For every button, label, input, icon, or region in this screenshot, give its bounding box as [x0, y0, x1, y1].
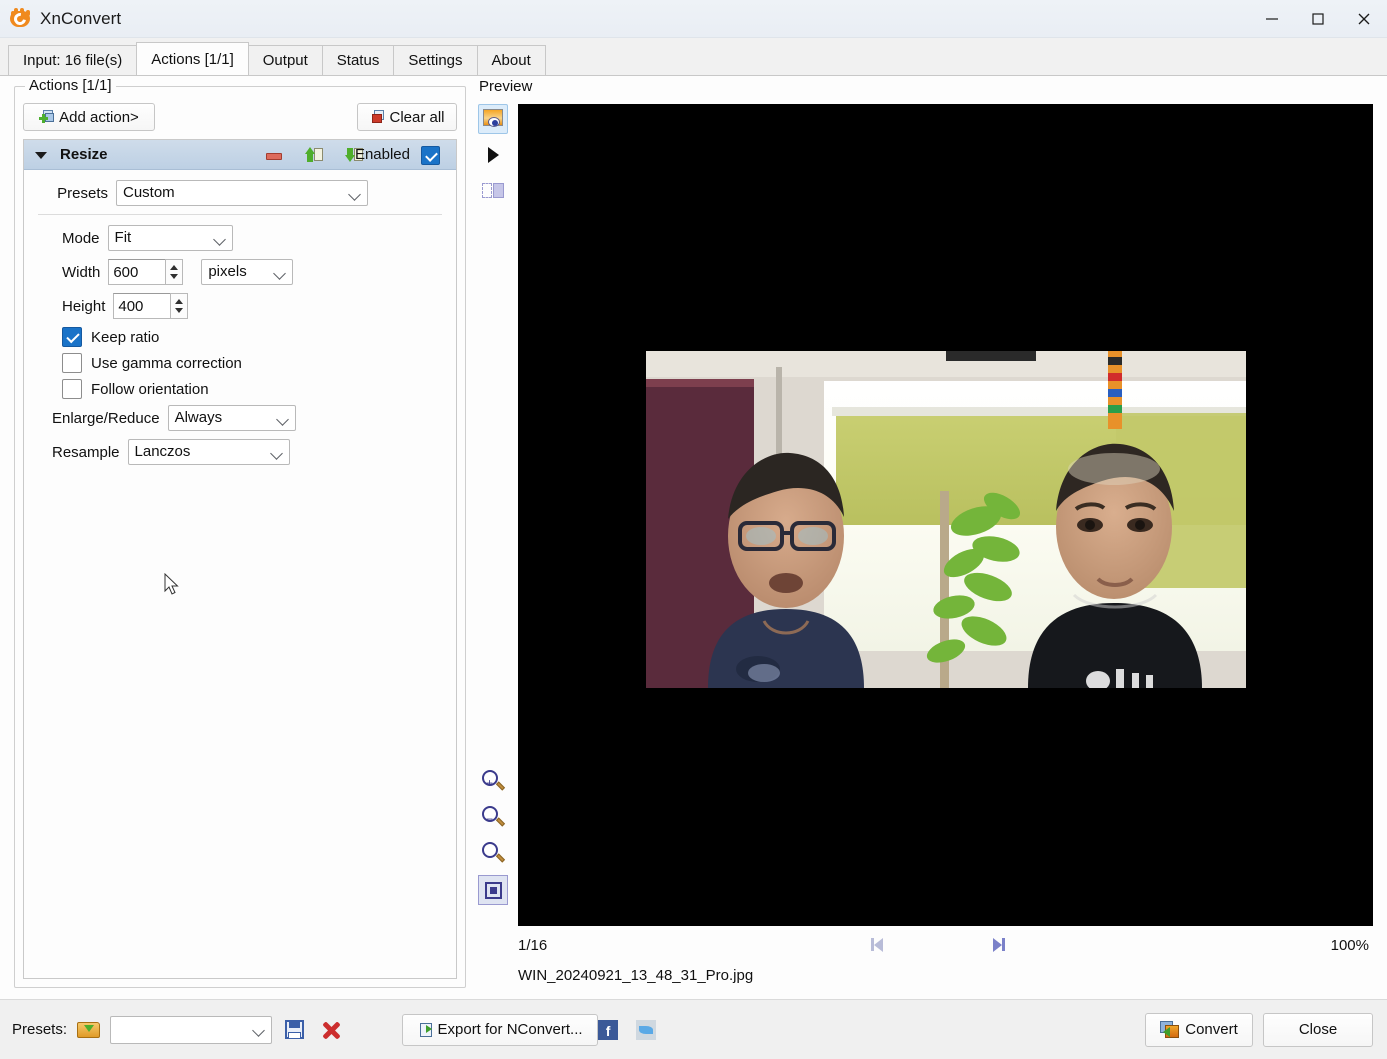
load-preset-folder-icon[interactable]	[77, 1019, 101, 1041]
preview-zoom-level: 100%	[1330, 936, 1369, 954]
preview-panel-legend: Preview	[476, 78, 536, 95]
preview-status-bar: 1/16 100%	[518, 932, 1373, 958]
main-content: Actions [1/1] Add action> Clear all Resi…	[0, 76, 1387, 1000]
presets-select[interactable]: Custom	[116, 180, 368, 206]
height-input[interactable]	[113, 293, 171, 319]
zoom-actual-icon[interactable]	[478, 839, 508, 869]
height-stepper[interactable]	[170, 293, 189, 319]
action-title: Resize	[60, 146, 108, 163]
presets-label: Presets	[57, 184, 108, 202]
width-label: Width	[62, 263, 101, 281]
preview-index: 1/16	[518, 936, 548, 954]
preview-filename: WIN_20240921_13_48_31_Pro.jpg	[518, 967, 754, 984]
tab-about[interactable]: About	[476, 45, 546, 75]
previous-image-icon[interactable]	[868, 934, 898, 956]
tab-settings[interactable]: Settings	[393, 45, 478, 75]
tab-actions[interactable]: Actions [1/1]	[136, 42, 249, 75]
convert-icon	[1160, 1020, 1180, 1039]
preview-canvas[interactable]	[518, 104, 1373, 926]
close-icon[interactable]	[1341, 0, 1387, 38]
resample-label: Resample	[52, 443, 120, 461]
follow-orientation-checkbox[interactable]	[62, 379, 82, 399]
zoom-fit-icon[interactable]	[478, 875, 508, 905]
add-action-button[interactable]: Add action>	[23, 103, 155, 131]
zoom-in-icon[interactable]: +	[478, 767, 508, 797]
title-bar: XnConvert	[0, 0, 1387, 38]
enabled-label: Enabled	[354, 146, 410, 163]
clear-all-button[interactable]: Clear all	[357, 103, 457, 131]
presets-bar-label: Presets:	[12, 1021, 68, 1038]
width-input[interactable]	[108, 259, 166, 285]
gamma-correction-checkbox[interactable]	[62, 353, 82, 373]
add-action-label: Add action>	[59, 108, 139, 126]
clear-all-icon	[369, 109, 385, 125]
preview-image-icon[interactable]	[478, 104, 508, 134]
actions-panel-legend: Actions [1/1]	[25, 77, 116, 94]
tab-input[interactable]: Input: 16 file(s)	[8, 45, 138, 75]
preview-toolbar: + −	[476, 104, 514, 988]
facebook-icon[interactable]: f	[598, 1019, 619, 1040]
divider	[38, 214, 442, 215]
bottom-bar: Presets: Export for NConvert... f Conver…	[0, 1000, 1387, 1059]
remove-action-icon[interactable]	[264, 146, 282, 164]
gamma-correction-label: Use gamma correction	[91, 354, 242, 372]
maximize-icon[interactable]	[1295, 0, 1341, 38]
tab-status[interactable]: Status	[321, 45, 395, 75]
unit-select[interactable]: pixels	[201, 259, 294, 285]
width-stepper[interactable]	[165, 259, 184, 285]
mode-select[interactable]: Fit	[107, 225, 233, 251]
convert-label: Convert	[1185, 1021, 1238, 1038]
follow-orientation-label: Follow orientation	[91, 380, 209, 398]
enabled-checkbox[interactable]	[421, 146, 440, 165]
enlarge-reduce-select[interactable]: Always	[167, 405, 296, 431]
collapse-arrow-icon[interactable]	[34, 148, 48, 162]
split-view-icon[interactable]	[478, 176, 508, 206]
close-label: Close	[1298, 1021, 1338, 1038]
presets-combobox[interactable]	[110, 1015, 273, 1044]
action-card-resize: Resize Enabled Presets Custom Mode Fit W…	[23, 139, 457, 979]
actions-panel: Actions [1/1] Add action> Clear all Resi…	[14, 77, 466, 988]
save-preset-icon[interactable]	[284, 1019, 306, 1041]
resample-select[interactable]: Lanczos	[127, 439, 290, 465]
export-icon	[418, 1022, 434, 1038]
play-icon[interactable]	[478, 140, 508, 170]
social-links: f	[598, 1019, 657, 1040]
twitter-icon[interactable]	[636, 1019, 657, 1040]
add-action-icon	[39, 109, 55, 125]
actions-toolbar: Add action> Clear all	[23, 103, 457, 131]
delete-preset-icon[interactable]	[320, 1019, 342, 1041]
height-label: Height	[62, 297, 106, 315]
window-controls	[1249, 0, 1387, 38]
move-up-icon[interactable]	[305, 146, 323, 164]
export-nconvert-label: Export for NConvert...	[437, 1021, 583, 1038]
tab-bar: Input: 16 file(s) Actions [1/1] Output S…	[0, 38, 1387, 76]
zoom-out-icon[interactable]: −	[478, 803, 508, 833]
preview-photo	[645, 351, 1246, 688]
convert-button[interactable]: Convert	[1145, 1012, 1253, 1047]
action-body: Presets Custom Mode Fit Width 600 pixels…	[24, 170, 456, 978]
keep-ratio-checkbox[interactable]	[62, 327, 82, 347]
next-image-icon[interactable]	[978, 934, 1008, 956]
tab-output[interactable]: Output	[247, 45, 323, 75]
close-button[interactable]: Close	[1263, 1012, 1373, 1047]
keep-ratio-label: Keep ratio	[91, 328, 160, 346]
export-nconvert-button[interactable]: Export for NConvert...	[402, 1013, 599, 1046]
minimize-icon[interactable]	[1249, 0, 1295, 38]
clear-all-label: Clear all	[389, 108, 445, 126]
enlarge-reduce-label: Enlarge/Reduce	[52, 409, 160, 427]
window-title: XnConvert	[40, 8, 122, 28]
mode-label: Mode	[62, 229, 100, 247]
preview-panel: Preview + − 1/16 100% WIN_20240921_13_48…	[476, 78, 1373, 988]
action-header: Resize Enabled	[24, 140, 456, 170]
xnconvert-logo-icon	[9, 7, 31, 30]
